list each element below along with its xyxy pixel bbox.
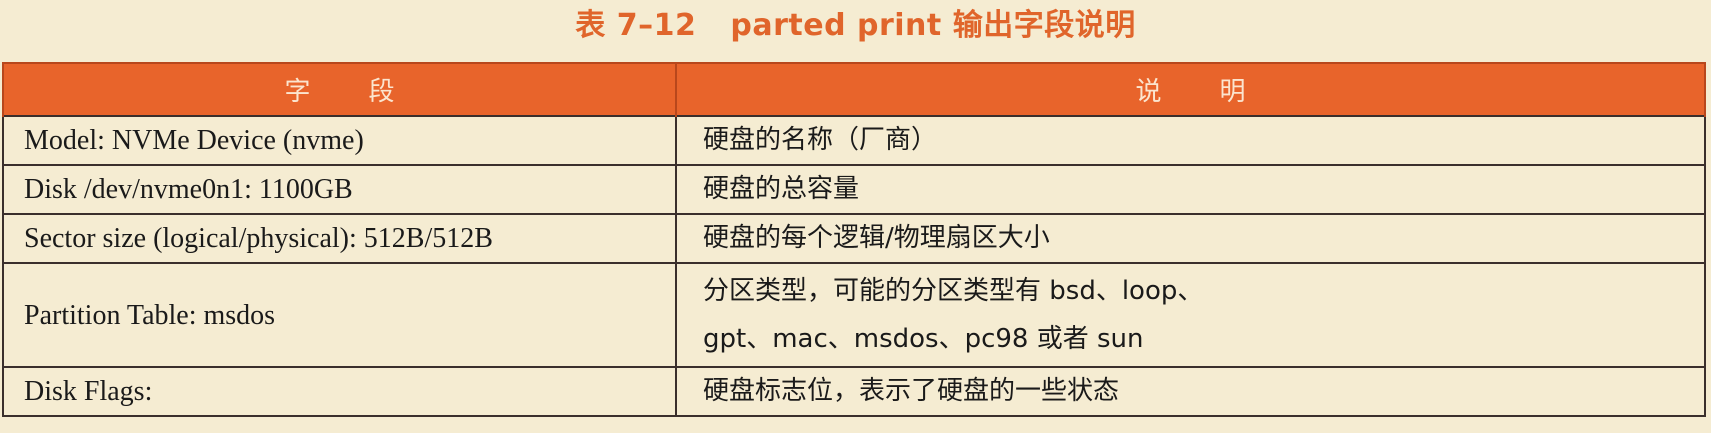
table-row: Model: NVMe Device (nvme) 硬盘的名称（厂商） xyxy=(2,115,1706,166)
description-line: 硬盘的每个逻辑/物理扇区大小 xyxy=(703,223,1050,253)
description-cell: 分区类型，可能的分区类型有 bsd、loop、 gpt、mac、msdos、pc… xyxy=(675,262,1706,368)
table-row: Partition Table: msdos 分区类型，可能的分区类型有 bsd… xyxy=(2,262,1706,368)
table-row: Sector size (logical/physical): 512B/512… xyxy=(2,213,1706,264)
table-caption: 表 7–12 parted print 输出字段说明 xyxy=(0,4,1711,48)
field-cell: Partition Table: msdos xyxy=(2,262,677,368)
field-cell: Disk /dev/nvme0n1: 1100GB xyxy=(2,164,677,215)
description-line: 硬盘标志位，表示了硬盘的一些状态 xyxy=(703,376,1120,406)
field-cell: Sector size (logical/physical): 512B/512… xyxy=(2,213,677,264)
header-field: 字段 xyxy=(2,62,677,116)
field-cell: Model: NVMe Device (nvme) xyxy=(2,115,677,166)
table-title: parted print 输出字段说明 xyxy=(730,8,1136,43)
table-row: Disk /dev/nvme0n1: 1100GB 硬盘的总容量 xyxy=(2,164,1706,215)
field-cell: Disk Flags: xyxy=(2,366,677,417)
description-cell: 硬盘标志位，表示了硬盘的一些状态 xyxy=(675,366,1706,417)
header-description: 说明 xyxy=(675,62,1706,116)
table-row: Disk Flags: 硬盘标志位，表示了硬盘的一些状态 xyxy=(2,366,1706,417)
description-cell: 硬盘的名称（厂商） xyxy=(675,115,1706,166)
description-line: gpt、mac、msdos、pc98 或者 sun xyxy=(703,324,1144,354)
description-line: 分区类型，可能的分区类型有 bsd、loop、 xyxy=(703,276,1204,306)
description-cell: 硬盘的每个逻辑/物理扇区大小 xyxy=(675,213,1706,264)
table-header-row: 字段 说明 xyxy=(2,62,1706,116)
table-number: 表 7–12 xyxy=(575,8,697,43)
description-cell: 硬盘的总容量 xyxy=(675,164,1706,215)
description-line: 硬盘的名称（厂商） xyxy=(703,125,938,155)
description-line: 硬盘的总容量 xyxy=(703,174,860,204)
fields-table: 字段 说明 Model: NVMe Device (nvme) 硬盘的名称（厂商… xyxy=(2,62,1706,417)
